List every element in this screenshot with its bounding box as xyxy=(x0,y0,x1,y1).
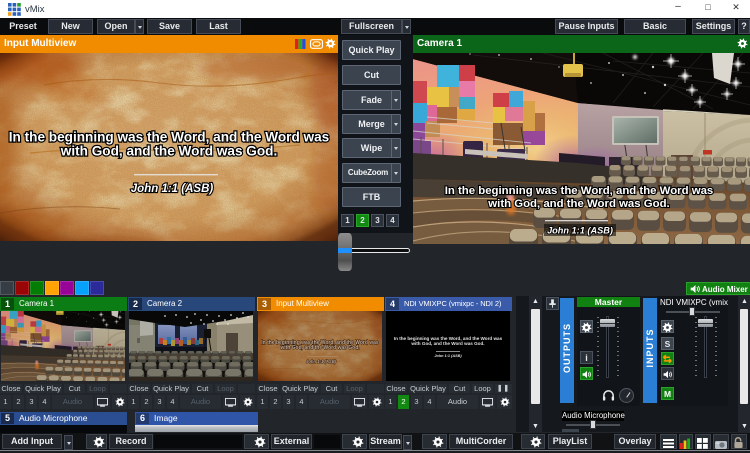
svg-text:with God, and the Word was God: with God, and the Word was God. xyxy=(60,144,278,159)
svg-text:with God, and the Word was God: with God, and the Word was God. xyxy=(410,341,484,346)
svg-text:In the beginning was the Word,: In the beginning was the Word, and the W… xyxy=(9,130,329,145)
svg-text:John 1:1 (ASB): John 1:1 (ASB) xyxy=(547,226,613,236)
svg-text:John 1:1 (ASB): John 1:1 (ASB) xyxy=(434,354,462,358)
svg-text:John 1:1 (ASB): John 1:1 (ASB) xyxy=(131,183,214,195)
svg-text:with God, and the Word was God: with God, and the Word was God. xyxy=(487,198,669,210)
svg-text:In the beginning was the Word,: In the beginning was the Word, and the W… xyxy=(445,185,714,197)
